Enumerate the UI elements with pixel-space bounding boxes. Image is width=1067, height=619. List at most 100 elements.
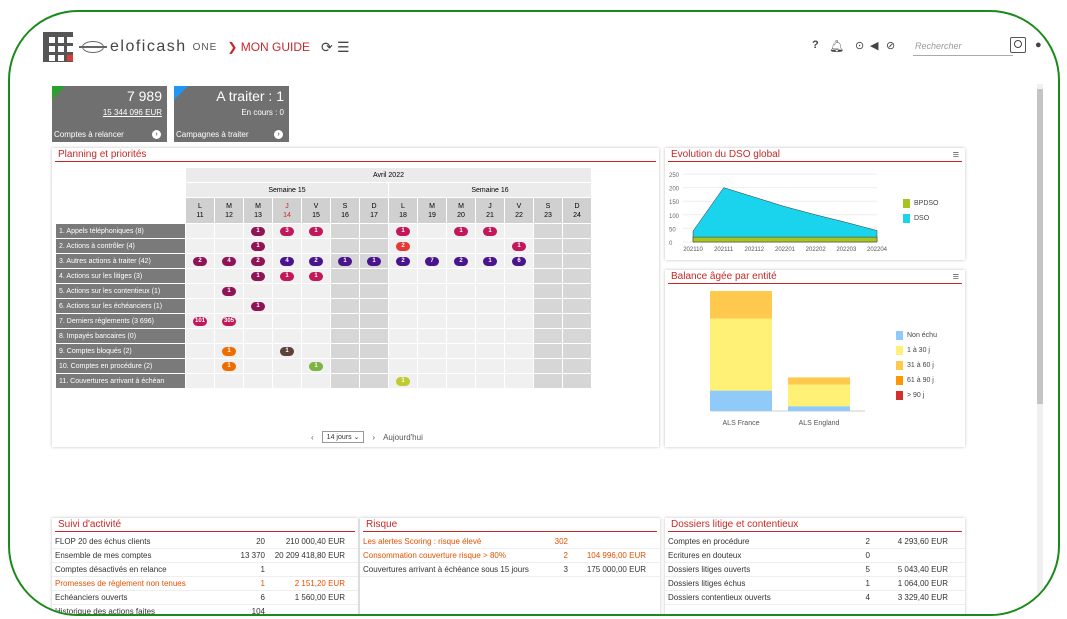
list-row[interactable]: Les alertes Scoring : risque élevé 302: [360, 535, 660, 549]
planning-cell: 1: [301, 268, 331, 284]
list-row[interactable]: Comptes désactivés en relance 1: [52, 563, 358, 577]
list-row[interactable]: Comptes en procédure 2 4 293,60 EUR: [665, 535, 965, 549]
legend-item[interactable]: 31 à 60 j: [896, 358, 937, 373]
today-button[interactable]: Aujourd'hui: [383, 433, 423, 442]
page-scrollbar[interactable]: [1037, 84, 1043, 614]
compass-icon[interactable]: ⊘: [886, 39, 895, 52]
arrow-right-icon[interactable]: ›: [274, 130, 283, 139]
count-badge[interactable]: 1: [483, 256, 497, 266]
legend-item[interactable]: 1 à 30 j: [896, 343, 937, 358]
search-input[interactable]: Rechercher: [913, 38, 1013, 56]
count-badge[interactable]: 1: [396, 376, 410, 386]
bar-segment[interactable]: [788, 406, 850, 411]
count-badge[interactable]: 1: [222, 286, 236, 296]
count-badge[interactable]: 1: [251, 241, 265, 251]
record-icon[interactable]: ⊙: [855, 39, 864, 52]
arrow-right-icon[interactable]: ›: [152, 130, 161, 139]
count-badge[interactable]: 1: [396, 226, 410, 236]
kpi-amount[interactable]: 15 344 096 EUR: [103, 108, 162, 117]
planning-row-label[interactable]: 1. Appels téléphoniques (8): [55, 223, 186, 239]
count-badge[interactable]: 1: [251, 301, 265, 311]
bell-icon[interactable]: 🔔︎: [829, 39, 844, 53]
count-badge[interactable]: 2: [193, 256, 207, 266]
count-badge[interactable]: 1: [251, 271, 265, 281]
hamburger-icon[interactable]: ≡: [953, 271, 959, 283]
bar-segment[interactable]: [710, 291, 772, 319]
count-badge[interactable]: 2: [309, 256, 323, 266]
count-badge[interactable]: 3: [280, 226, 294, 236]
planning-row-label[interactable]: 11. Couvertures arrivant à échéan: [55, 373, 186, 389]
count-badge[interactable]: 305: [221, 316, 236, 326]
count-badge[interactable]: 1: [222, 346, 236, 356]
count-badge[interactable]: 1: [309, 226, 323, 236]
kpi-comptes-relancer[interactable]: 7 989 15 344 096 EUR Comptes à relancer …: [52, 86, 167, 142]
list-row[interactable]: Dossiers litiges échus 1 1 064,00 EUR: [665, 577, 965, 591]
list-row[interactable]: Ensemble de mes comptes 13 370 20 209 418,…: [52, 549, 358, 563]
count-badge[interactable]: 1: [222, 361, 236, 371]
bar-segment[interactable]: [710, 318, 772, 391]
planning-row-label[interactable]: 7. Derniers règlements (3 696): [55, 313, 186, 329]
count-badge[interactable]: 4: [222, 256, 236, 266]
scrollbar-thumb[interactable]: [1037, 89, 1043, 404]
count-badge[interactable]: 1: [280, 271, 294, 281]
list-row[interactable]: Historique des actions faites 104: [52, 605, 358, 614]
bar-segment[interactable]: [710, 390, 772, 411]
legend-item[interactable]: Non échu: [896, 328, 937, 343]
count-badge[interactable]: 1: [309, 361, 323, 371]
list-row[interactable]: Echéanciers ouverts 6 1 560,00 EUR: [52, 591, 358, 605]
planning-row-label[interactable]: 5. Actions sur les contentieux (1): [55, 283, 186, 299]
bar-segment[interactable]: [788, 384, 850, 407]
hamburger-icon[interactable]: ≡: [953, 149, 959, 161]
count-badge[interactable]: 2: [251, 256, 265, 266]
prev-button[interactable]: ‹: [311, 433, 314, 442]
legend-item[interactable]: > 90 j: [896, 388, 937, 403]
count-badge[interactable]: 2: [454, 256, 468, 266]
count-badge[interactable]: 1: [280, 346, 294, 356]
count-badge[interactable]: 1: [251, 226, 265, 236]
count-badge[interactable]: 1: [483, 226, 497, 236]
count-badge[interactable]: 7: [425, 256, 439, 266]
user-icon[interactable]: ●: [1035, 39, 1042, 51]
search-icon[interactable]: [1010, 37, 1026, 53]
list-row[interactable]: Dossiers litiges ouverts 5 5 043,40 EUR: [665, 563, 965, 577]
list-row[interactable]: Ecritures en douteux 0: [665, 549, 965, 563]
legend-item[interactable]: 61 à 90 j: [896, 373, 937, 388]
list-row[interactable]: Dossiers contentieux ouverts 4 3 329,40 EU…: [665, 591, 965, 605]
count-badge[interactable]: 2: [396, 256, 410, 266]
legend-item[interactable]: DSO: [903, 211, 939, 226]
refresh-icon[interactable]: ⟳: [321, 39, 333, 56]
list-row[interactable]: FLOP 20 des échus clients 20 210 000,40 EU…: [52, 535, 358, 549]
guide-link[interactable]: ❯ MON GUIDE: [227, 40, 310, 54]
legend-item[interactable]: BPDSO: [903, 196, 939, 211]
dso-panel: Evolution du DSO global ≡ 250 200 150 100 50…: [665, 148, 965, 260]
bar-segment[interactable]: [788, 377, 850, 385]
planning-row-label[interactable]: 8. Impayés bancaires (0): [55, 328, 186, 344]
kpi-campagnes[interactable]: A traiter : 1 En cours : 0 Campagnes à t…: [174, 86, 289, 142]
count-badge[interactable]: 101: [192, 316, 207, 326]
menu-icon[interactable]: ☰: [337, 39, 350, 56]
list-row[interactable]: Promesses de règlement non tenues 1 2 151,…: [52, 577, 358, 591]
app-grid-icon[interactable]: [43, 32, 73, 62]
back-icon[interactable]: ◀: [870, 39, 878, 52]
list-row[interactable]: Consommation couverture risque > 80% 2 104…: [360, 549, 660, 563]
planning-row-label[interactable]: 6. Actions sur les échéanciers (1): [55, 298, 186, 314]
count-badge[interactable]: 2: [396, 241, 410, 251]
count-badge[interactable]: 1: [454, 226, 468, 236]
count-badge[interactable]: 1: [512, 241, 526, 251]
count-badge[interactable]: 1: [367, 256, 381, 266]
period-select[interactable]: 14 jours ⌄: [321, 431, 365, 443]
planning-row-label[interactable]: 2. Actions à contrôler (4): [55, 238, 186, 254]
planning-row-label[interactable]: 4. Actions sur les litiges (3): [55, 268, 186, 284]
count-badge[interactable]: 1: [338, 256, 352, 266]
count-badge[interactable]: 1: [309, 271, 323, 281]
corner-cell: [55, 182, 186, 198]
logo[interactable]: eloficash ONE ❯ MON GUIDE: [79, 36, 310, 58]
next-button[interactable]: ›: [372, 433, 375, 442]
list-row[interactable]: Couvertures arrivant à échéance sous 15 …: [360, 563, 660, 577]
planning-row-label[interactable]: 3. Autres actions à traiter (42): [55, 253, 186, 269]
count-badge[interactable]: 4: [280, 256, 294, 266]
planning-row-label[interactable]: 10. Comptes en procédure (2): [55, 358, 186, 374]
planning-row-label[interactable]: 9. Comptes bloqués (2): [55, 343, 186, 359]
help-icon[interactable]: ?: [812, 39, 819, 51]
count-badge[interactable]: 6: [512, 256, 526, 266]
